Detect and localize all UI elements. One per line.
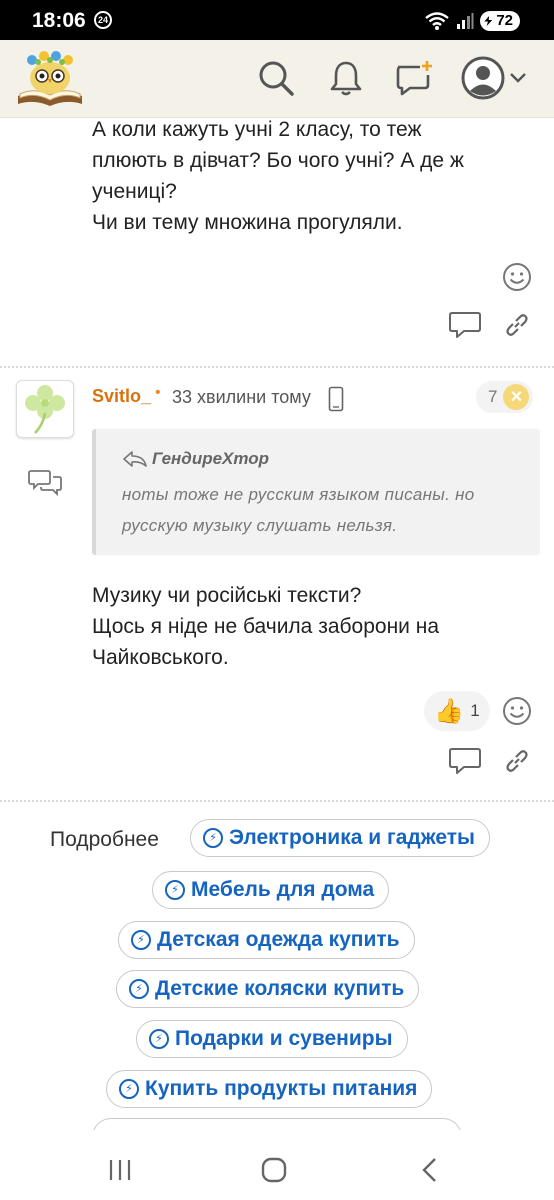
tag-link[interactable]: ⚡ Мебель для дома xyxy=(152,871,390,909)
reply-button[interactable] xyxy=(446,308,484,342)
comment-body: А коли кажуть учні 2 класу, то теж плюют… xyxy=(92,114,464,238)
lightning-icon: ⚡ xyxy=(149,1029,169,1049)
new-message-icon xyxy=(396,61,432,96)
quote-author[interactable]: ГендиреХтор xyxy=(122,449,269,469)
quote-author-name: ГендиреХтор xyxy=(152,449,270,468)
comment-line: Щось я ніде не бачила заборони на xyxy=(92,615,440,638)
tag-link[interactable]: ⚡ Детская одежда купить xyxy=(118,921,415,959)
profile-menu-button[interactable] xyxy=(456,54,532,102)
quoted-reply: ГендиреХтор ноты тоже не русским языком … xyxy=(92,429,540,555)
avatar[interactable] xyxy=(16,380,74,438)
home-button[interactable] xyxy=(244,1148,304,1192)
comment-line: Музику чи російські тексти? xyxy=(92,584,362,607)
tag-label: Мебель для дома xyxy=(191,878,375,901)
bell-icon xyxy=(330,61,362,96)
lightning-icon: ⚡ xyxy=(131,930,151,950)
link-icon xyxy=(506,750,528,772)
speech-bubble-icon xyxy=(449,748,481,774)
status-icons: 72 xyxy=(424,9,520,33)
recent-apps-icon xyxy=(109,1160,131,1180)
comment-divider xyxy=(0,366,554,368)
comment-line: А коли кажуть учні 2 класу, то теж xyxy=(92,118,422,141)
mobile-device-icon xyxy=(328,386,344,412)
site-logo[interactable] xyxy=(14,46,86,110)
quote-text: ноты тоже не русским языком писаны. но р… xyxy=(122,485,475,535)
comment-rating[interactable]: 7 × xyxy=(476,381,534,413)
tag-label: Электроника и гаджеты xyxy=(229,826,475,849)
copy-link-button[interactable] xyxy=(500,308,534,342)
like-reaction[interactable]: 👍 1 xyxy=(424,691,490,731)
tag-label: Детская одежда купить xyxy=(157,928,400,951)
comment-timestamp: 33 хвилини тому xyxy=(172,387,311,407)
notification-count-badge: 24 xyxy=(94,11,112,29)
back-button[interactable] xyxy=(400,1148,460,1192)
comment-body: Музику чи російські тексти? Щось я ніде … xyxy=(92,580,439,673)
chevron-down-icon xyxy=(510,73,526,83)
tag-link[interactable]: ⚡ Купить продукты питания xyxy=(106,1070,433,1108)
comment-line: Чайковського. xyxy=(92,646,229,669)
recent-apps-button[interactable] xyxy=(90,1148,150,1192)
add-reaction-button[interactable] xyxy=(500,260,534,294)
wifi-icon xyxy=(425,12,450,30)
conversation-icon xyxy=(28,470,62,496)
section-divider xyxy=(0,800,554,802)
lightning-icon: ⚡ xyxy=(129,979,149,999)
link-icon xyxy=(506,314,528,336)
more-label: Подробнее xyxy=(50,828,159,851)
reply-arrow-icon xyxy=(123,451,147,467)
battery-indicator: 72 xyxy=(480,11,520,31)
thumbs-up-icon: 👍 xyxy=(434,697,465,725)
speech-bubble-icon xyxy=(449,312,481,338)
comment-line: плюють в дівчат? Бо чого учні? А де ж xyxy=(92,149,464,172)
profile-icon xyxy=(461,56,505,100)
new-post-button[interactable] xyxy=(390,54,438,102)
tag-link[interactable]: ⚡ Электроника и гаджеты xyxy=(190,819,490,857)
comment-author[interactable]: Svitlo_ xyxy=(92,386,151,407)
app-header xyxy=(0,40,554,118)
reply-button[interactable] xyxy=(446,744,484,778)
search-button[interactable] xyxy=(252,54,300,102)
signal-icon xyxy=(457,13,474,29)
clover-avatar-icon xyxy=(25,385,65,434)
online-indicator: • xyxy=(155,384,161,401)
system-nav-bar xyxy=(0,1138,554,1200)
tag-label: Детские коляски купить xyxy=(155,977,405,1000)
home-icon xyxy=(261,1157,287,1183)
smiley-icon xyxy=(503,263,531,291)
copy-link-button[interactable] xyxy=(500,744,534,778)
smiley-icon xyxy=(503,697,531,725)
lightning-icon: ⚡ xyxy=(119,1079,139,1099)
tag-link[interactable]: ⚡ Детские коляски купить xyxy=(116,970,420,1008)
lightning-icon: ⚡ xyxy=(203,828,223,848)
notifications-button[interactable] xyxy=(322,54,370,102)
search-icon xyxy=(259,61,294,96)
comment-line: Чи ви тему множина прогуляли. xyxy=(92,211,403,234)
lightning-icon: ⚡ xyxy=(165,880,185,900)
tag-label: Купить продукты питания xyxy=(145,1077,418,1100)
back-icon xyxy=(422,1158,436,1182)
rating-remove-icon[interactable]: × xyxy=(503,384,530,410)
comment-line: учениці? xyxy=(92,180,177,203)
rating-value: 7 xyxy=(488,387,498,406)
add-reaction-button[interactable] xyxy=(500,694,534,728)
tag-link[interactable]: ⚡ Подарки и сувениры xyxy=(136,1020,408,1058)
like-count: 1 xyxy=(470,701,480,720)
status-bar: 18:06 24 72 xyxy=(0,0,554,40)
status-time: 18:06 xyxy=(32,9,86,32)
tag-label: Подарки и сувениры xyxy=(175,1027,393,1050)
thread-replies-button[interactable] xyxy=(26,466,64,498)
